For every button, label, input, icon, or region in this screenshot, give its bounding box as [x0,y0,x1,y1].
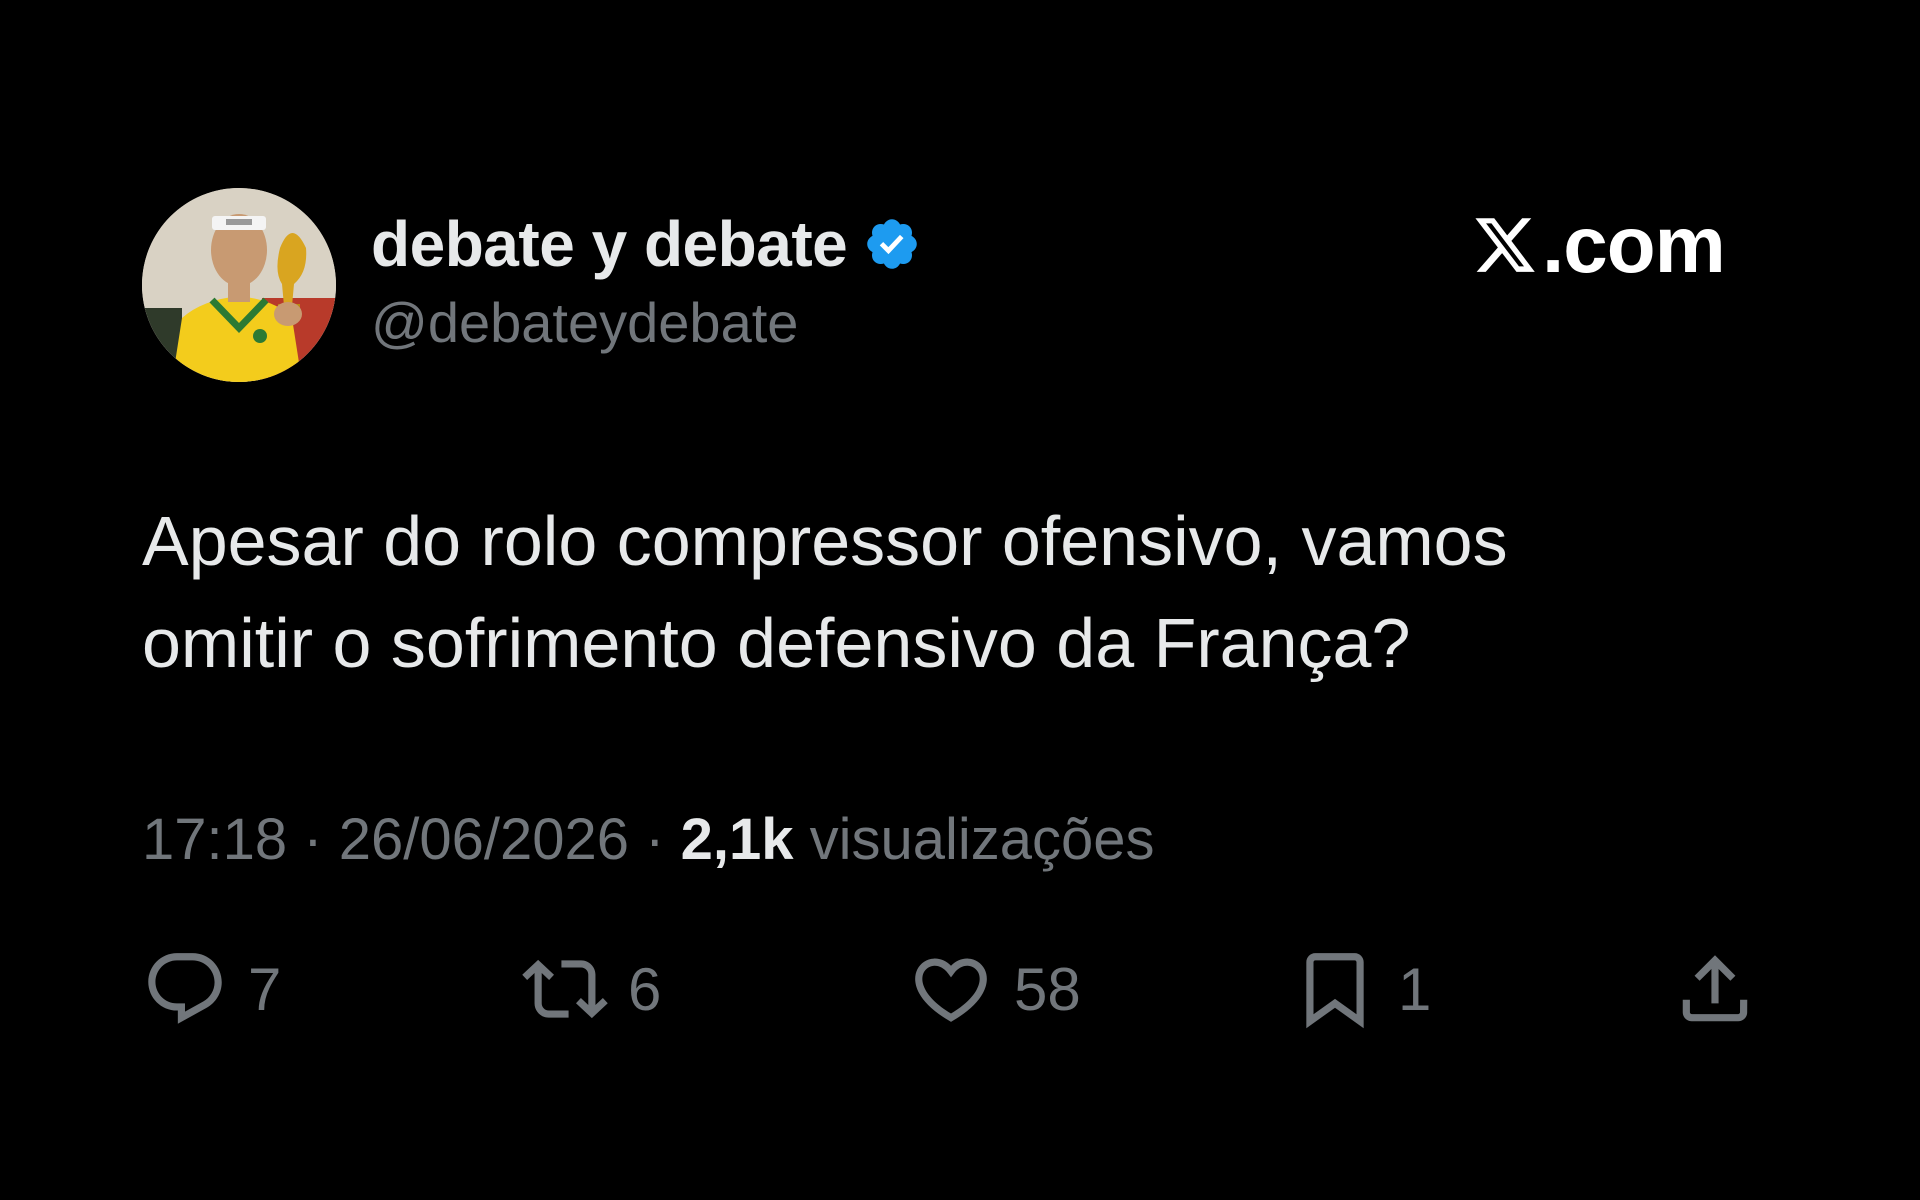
reply-count: 7 [248,955,282,1023]
bookmark-button[interactable]: 1 [1292,944,1431,1034]
brand-domain-text: .com [1542,200,1726,289]
retweet-count: 6 [628,955,662,1023]
author-handle[interactable]: @debateydebate [371,290,798,355]
tweet-actions: 7 6 58 1 [142,944,1762,1034]
author-name-row: debate y debate [371,208,921,280]
tweet-time[interactable]: 17:18 [142,807,287,872]
share-icon [1672,946,1758,1032]
views-count: 2,1k [680,807,794,872]
tweet-card: debate y debate @debateydebate .com Apes… [0,0,1920,1200]
retweet-icon [522,946,608,1032]
retweet-button[interactable]: 6 [522,944,661,1034]
like-count: 58 [1014,955,1081,1023]
reply-button[interactable]: 7 [142,944,281,1034]
bookmark-count: 1 [1398,955,1432,1023]
views-label: visualizações [809,807,1155,872]
like-button[interactable]: 58 [908,944,1081,1034]
share-button[interactable] [1672,944,1758,1034]
avatar-illustration [142,188,336,382]
brand-logo: .com [1470,200,1726,290]
tweet-body: Apesar do rolo compressor ofensivo, vamo… [142,490,1762,694]
meta-separator: · [645,807,681,872]
bookmark-icon [1292,946,1378,1032]
author-display-name[interactable]: debate y debate [371,207,848,281]
heart-icon [908,946,994,1032]
tweet-text-line: omitir o sofrimento defensivo da França? [142,604,1411,682]
tweet-meta: 17:18 · 26/06/2026 · 2,1k visualizações [142,806,1155,873]
reply-icon [142,946,228,1032]
avatar[interactable] [142,188,336,382]
verified-badge-icon[interactable] [863,215,921,273]
meta-separator: · [303,807,339,872]
tweet-text-line: Apesar do rolo compressor ofensivo, vamo… [142,502,1508,580]
x-logo-icon [1470,212,1540,278]
tweet-date[interactable]: 26/06/2026 [339,807,629,872]
